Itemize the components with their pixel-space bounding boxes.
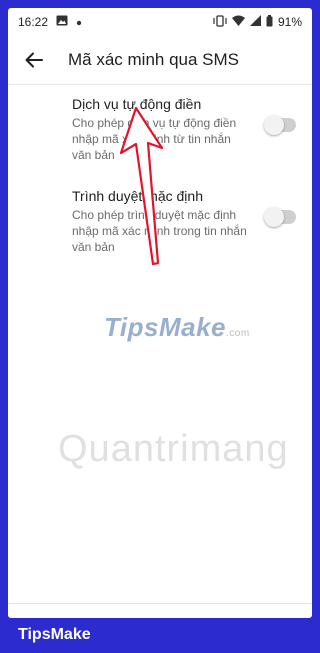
battery-percentage: 91% <box>277 15 302 29</box>
gallery-icon <box>56 15 68 29</box>
toggle-knob <box>264 115 284 135</box>
quantrimang-watermark: Quantrimang <box>58 428 289 470</box>
autofill-toggle[interactable] <box>264 115 296 135</box>
tipsmake-brand: TipsMake <box>18 626 91 643</box>
toggle-knob <box>264 207 284 227</box>
page-title: Mã xác minh qua SMS <box>68 50 240 69</box>
divider <box>8 603 312 604</box>
app-bar: Mã xác minh qua SMS <box>8 36 312 85</box>
phone-screen: 16:22 91% Mã xác minh qua SMS Dịch vụ tự… <box>8 8 312 618</box>
vibrate-icon <box>213 14 227 30</box>
status-time: 16:22 <box>18 15 49 29</box>
browser-toggle[interactable] <box>264 207 296 227</box>
back-arrow-icon[interactable] <box>22 48 46 72</box>
setting-title: Dịch vụ tự động điền <box>72 96 202 112</box>
wifi-icon <box>231 15 245 29</box>
setting-description: Cho phép trình duyệt mặc định nhập mã xá… <box>72 208 247 254</box>
setting-description: Cho phép dịch vụ tự động điền nhập mã xá… <box>72 116 237 162</box>
setting-title: Trình duyệt mặc định <box>72 188 203 204</box>
notification-dot-icon <box>76 15 82 29</box>
setting-autofill-service[interactable]: Dịch vụ tự động điền Cho phép dịch vụ tự… <box>72 96 296 163</box>
signal-icon <box>249 15 261 29</box>
status-bar: 16:22 91% <box>8 8 312 36</box>
battery-icon <box>266 14 273 30</box>
setting-default-browser[interactable]: Trình duyệt mặc định Cho phép trình duyệ… <box>72 188 296 255</box>
tipsmake-watermark: TipsMake.com <box>104 312 250 342</box>
